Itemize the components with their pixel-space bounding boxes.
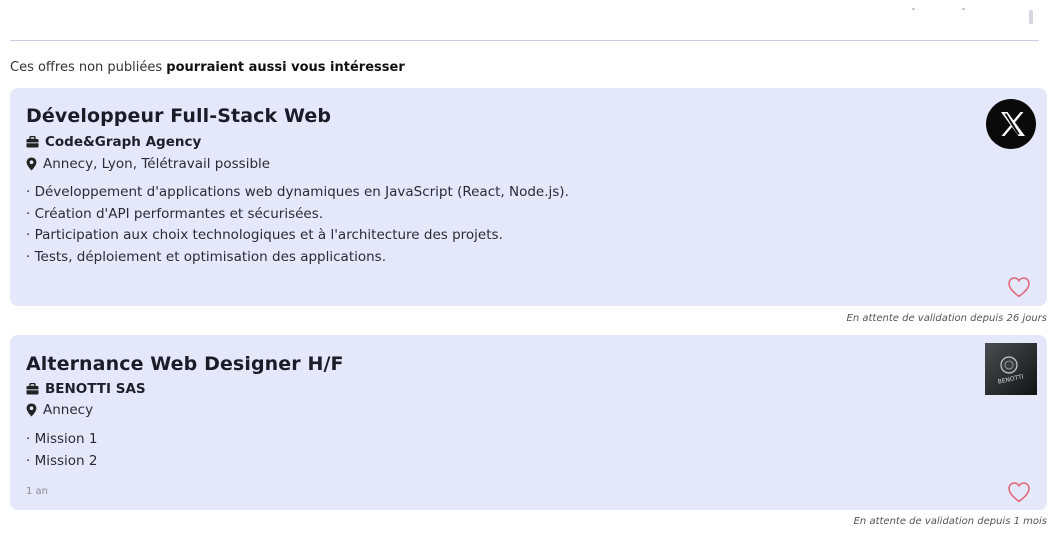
mission-item: · Participation aux choix technologiques… bbox=[26, 227, 503, 243]
mission-item: · Développement d'applications web dynam… bbox=[26, 184, 569, 200]
mission-item: · Création d'API performantes et sécuris… bbox=[26, 205, 324, 222]
scrollbar-thumb[interactable] bbox=[1029, 10, 1033, 24]
offer-company: BENOTTI SAS bbox=[26, 381, 146, 397]
x-logo-icon bbox=[985, 98, 1037, 150]
section-heading-bold: pourraient aussi vous intéresser bbox=[166, 60, 405, 75]
location-pin-icon bbox=[26, 157, 37, 171]
offer-age: 1 an bbox=[26, 486, 49, 497]
section-heading: Ces offres non publiées pourraient aussi… bbox=[10, 60, 405, 75]
offer-missions: · Développement d'applications web dynam… bbox=[26, 182, 569, 268]
offer-missions: · Mission 1 · Mission 2 bbox=[26, 429, 98, 472]
offer-location: Annecy, Lyon, Télétravail possible bbox=[26, 156, 270, 172]
top-area bbox=[0, 0, 1049, 42]
faint-mark bbox=[962, 8, 965, 10]
favorite-heart-icon[interactable] bbox=[1007, 276, 1031, 298]
validation-status: En attente de validation depuis 1 mois bbox=[853, 516, 1047, 527]
offer-title[interactable]: Alternance Web Designer H/F bbox=[26, 353, 344, 375]
offer-company: Code&Graph Agency bbox=[26, 134, 201, 150]
mission-item: · Mission 2 bbox=[26, 452, 98, 469]
mission-item: · Tests, déploiement et optimisation des… bbox=[26, 248, 387, 265]
validation-status: En attente de validation depuis 26 jours bbox=[846, 313, 1047, 324]
offer-location: Annecy bbox=[26, 402, 93, 418]
section-heading-text: Ces offres non publiées bbox=[10, 60, 167, 75]
section-divider bbox=[10, 40, 1039, 41]
offer-company-name: Code&Graph Agency bbox=[45, 134, 202, 150]
faint-mark bbox=[912, 8, 915, 10]
briefcase-icon bbox=[26, 383, 39, 395]
benotti-logo-icon: BENOTTI bbox=[985, 343, 1037, 395]
location-pin-icon bbox=[26, 403, 37, 417]
offer-card[interactable]: Alternance Web Designer H/F BENOTTI SAS … bbox=[10, 335, 1047, 510]
offer-location-text: Annecy bbox=[43, 402, 94, 418]
offer-location-text: Annecy, Lyon, Télétravail possible bbox=[43, 156, 271, 172]
offer-company-name: BENOTTI SAS bbox=[45, 381, 146, 397]
favorite-heart-icon[interactable] bbox=[1007, 481, 1031, 503]
mission-item: · Mission 1 bbox=[26, 431, 98, 447]
briefcase-icon bbox=[26, 136, 39, 148]
offer-title[interactable]: Développeur Full-Stack Web bbox=[26, 105, 331, 127]
offer-card[interactable]: Développeur Full-Stack Web Code&Graph Ag… bbox=[10, 88, 1047, 306]
